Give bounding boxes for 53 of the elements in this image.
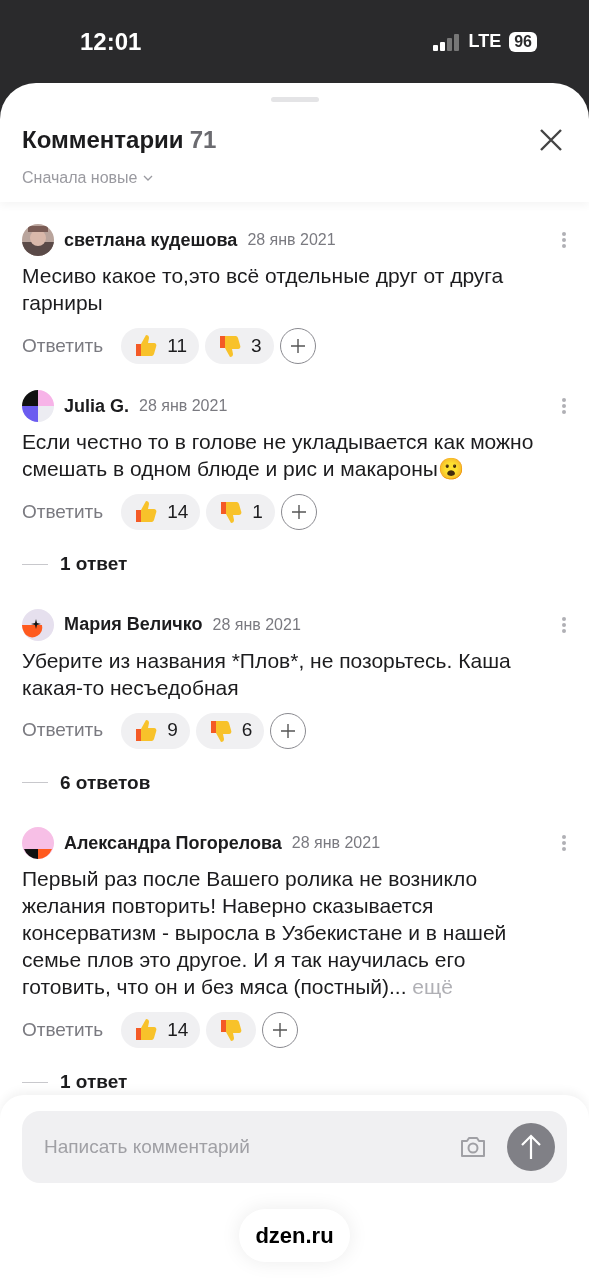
comment-text: Первый раз после Вашего ролика не возникло желания повторить! Наверно сказывается консерватизм - выросла в Узбекистане и в нашей семье плов это другое. И я так научилась его готовить, что он и без мяса (постный)... ещё [22, 866, 508, 1000]
author-name[interactable]: Александра Погорелова [64, 829, 282, 857]
avatar-icon [22, 608, 54, 641]
url-pill[interactable]: dzen.ru [239, 1209, 350, 1262]
like-button[interactable]: 9 [121, 712, 190, 749]
plus-icon [280, 722, 297, 739]
signal-icon [432, 32, 461, 51]
comment-date: 28 янв 2021 [212, 614, 301, 635]
network-label: LTE [468, 30, 502, 53]
reply-button[interactable]: Ответить [22, 331, 104, 361]
like-button[interactable]: 14 [121, 494, 201, 530]
close-icon [539, 128, 563, 152]
replies-toggle[interactable]: 6 ответов [60, 768, 151, 797]
author-name[interactable]: светлана кудешова [64, 226, 238, 254]
send-button[interactable] [507, 1123, 555, 1171]
more-icon[interactable] [561, 231, 567, 249]
chevron-down-icon [143, 175, 154, 181]
like-button[interactable]: 14 [121, 1012, 201, 1048]
comment-count: 71 [189, 125, 217, 155]
reply-button[interactable]: Ответить [22, 716, 104, 745]
comment-input[interactable]: Написать комментарий [44, 1132, 459, 1162]
clock: 12:01 [80, 26, 142, 57]
more-icon[interactable] [561, 615, 567, 634]
arrow-up-icon [520, 1134, 542, 1160]
dislike-button[interactable]: 3 [204, 328, 274, 364]
more-icon[interactable] [561, 397, 567, 415]
replies-toggle[interactable]: 1 ответ [60, 550, 128, 579]
dislike-button[interactable]: 6 [195, 712, 265, 749]
avatar-icon [22, 390, 54, 422]
comment-date: 28 янв 2021 [139, 396, 228, 416]
close-button[interactable] [539, 128, 563, 152]
like-button[interactable]: 11 [121, 328, 199, 364]
more-icon[interactable] [561, 834, 567, 852]
replies-toggle[interactable]: 1 ответ [60, 1068, 128, 1095]
comment-text: Уберите из названия *Плов*, не позорьтесь. Каша какая-то несъедобная [22, 647, 512, 701]
battery-level: 96 [509, 31, 537, 52]
comment-date: 28 янв 2021 [247, 230, 336, 250]
dislike-button[interactable]: 1 [206, 494, 275, 530]
comment-text: Месиво какое то,это всё отдельные друг от друга гарниры [22, 263, 505, 316]
comment-field[interactable]: Написать комментарий [22, 1111, 567, 1183]
comment-text: Если честно то в голове не укладывается как можно смешать в одном блюде и рис и макароны😮 [22, 429, 535, 482]
plus-icon [272, 1022, 289, 1038]
plus-icon [290, 504, 307, 520]
author-name[interactable]: Julia G. [64, 392, 130, 420]
avatar-icon [22, 827, 54, 859]
comment-date: 28 янв 2021 [291, 833, 381, 853]
author-name[interactable]: Мария Величко [64, 611, 203, 638]
reply-button[interactable]: Ответить [22, 1015, 104, 1045]
plus-icon [289, 338, 306, 354]
camera-icon[interactable] [459, 1135, 487, 1159]
dislike-button[interactable] [206, 1012, 257, 1048]
reply-button[interactable]: Ответить [22, 497, 104, 527]
panel-title: Комментарии [22, 125, 184, 155]
